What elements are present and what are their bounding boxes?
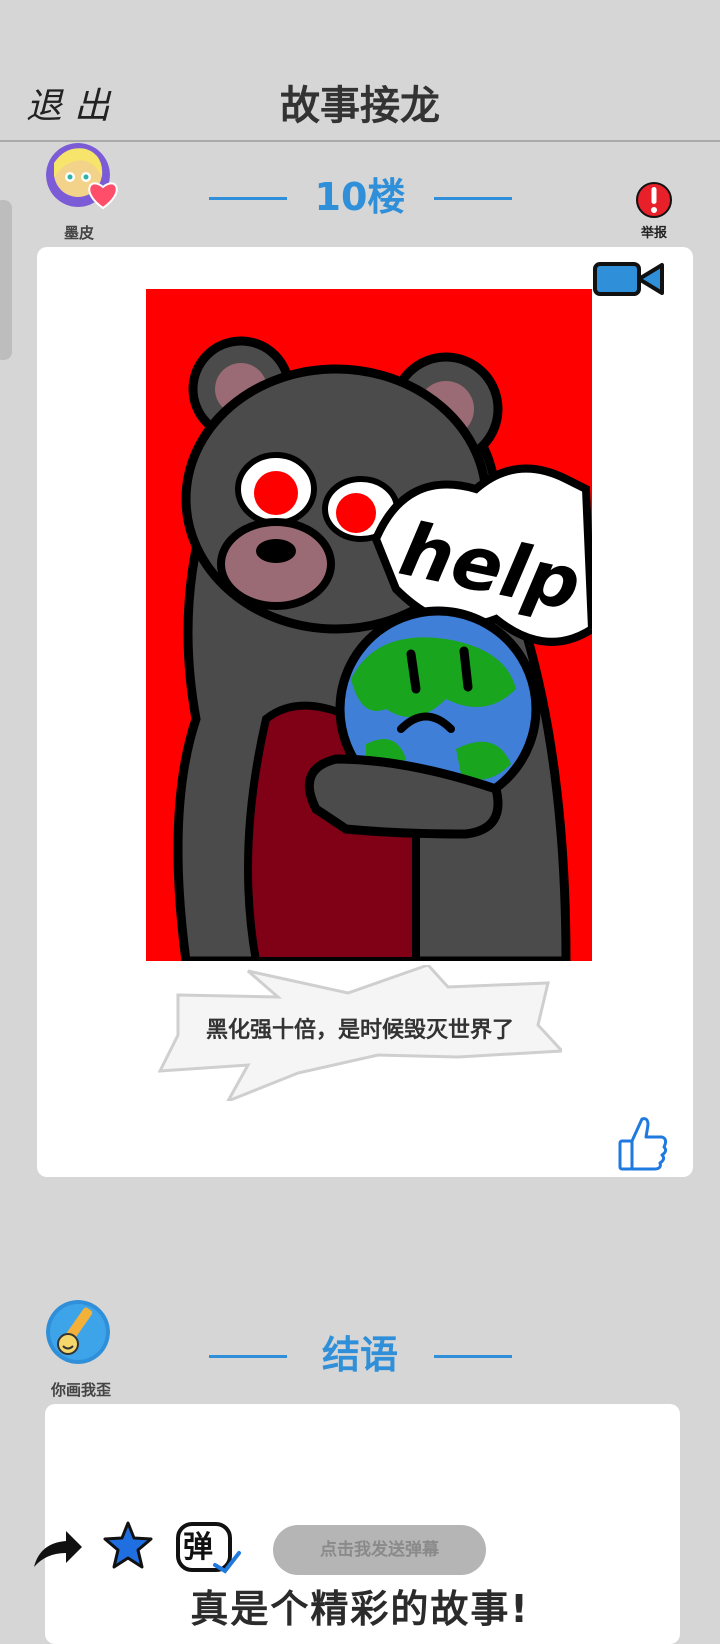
like-button[interactable] xyxy=(618,1115,668,1171)
report-button[interactable] xyxy=(636,180,672,220)
ending-text: 真是个精彩的故事! xyxy=(190,1587,530,1631)
danmaku-toggle-button[interactable]: 弹 xyxy=(175,1521,241,1575)
page-title: 故事接龙 xyxy=(280,83,440,129)
ending-section-label: 结语 xyxy=(321,1333,398,1377)
section-rule-right xyxy=(434,197,512,200)
share-arrow-icon xyxy=(34,1531,82,1567)
author-name: 墨皮 xyxy=(63,224,94,242)
exclamation-icon xyxy=(636,182,672,218)
header-divider xyxy=(0,140,720,142)
video-camera-icon xyxy=(593,262,664,296)
caption-text: 黑化强十倍，是时候毁灭世界了 xyxy=(205,1018,514,1043)
floor-number: 10楼 xyxy=(314,175,406,219)
share-button[interactable] xyxy=(30,1525,84,1571)
report-label: 举报 xyxy=(640,226,667,241)
story-drawing[interactable]: help xyxy=(146,289,597,966)
star-icon xyxy=(103,1521,153,1569)
danmaku-icon-char: 弹 xyxy=(183,1530,213,1565)
ending-rule-right xyxy=(434,1355,512,1358)
danmaku-input[interactable]: 点击我发送弹幕 xyxy=(273,1525,486,1575)
thumbs-up-icon xyxy=(618,1117,668,1171)
ending-author-name: 你画我歪 xyxy=(50,1381,111,1399)
video-button[interactable] xyxy=(592,260,666,300)
side-drawer-handle[interactable] xyxy=(0,200,12,360)
favorite-button[interactable] xyxy=(102,1520,154,1570)
